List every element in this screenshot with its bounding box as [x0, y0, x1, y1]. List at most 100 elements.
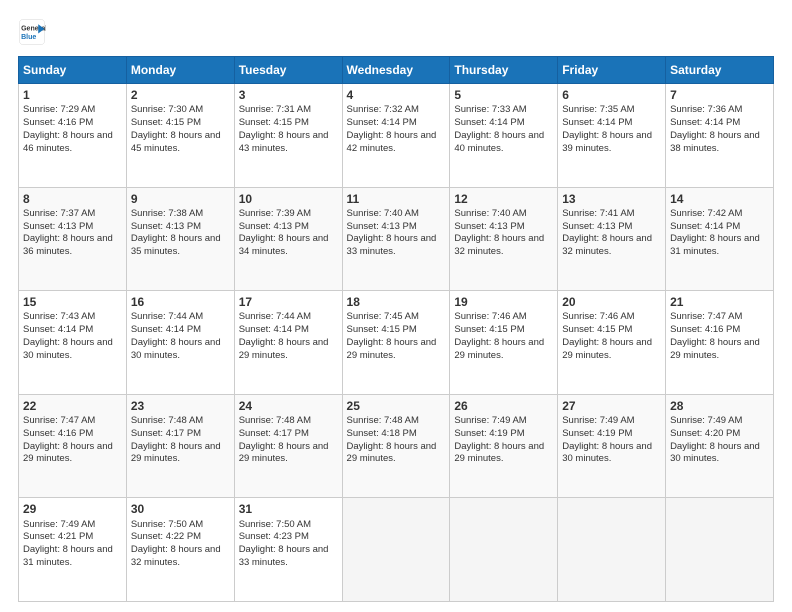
daylight-text: Daylight: 8 hours and 33 minutes.	[347, 233, 437, 257]
day-number: 28	[670, 398, 769, 414]
day-number: 13	[562, 191, 661, 207]
week-row-4: 22Sunrise: 7:47 AM Sunset: 4:16 PM Dayligh…	[19, 394, 774, 498]
day-number: 20	[562, 294, 661, 310]
calendar-cell: 7Sunrise: 7:36 AMSunset: 4:14 PMDaylight…	[666, 84, 774, 188]
day-number: 2	[131, 87, 230, 103]
daylight-text: Daylight: 8 hours and 30 minutes.	[23, 337, 113, 361]
calendar-cell	[342, 498, 450, 602]
calendar-cell: 24Sunrise: 7:48 AMSunset: 4:17 PMDayligh…	[234, 394, 342, 498]
week-row-3: 15Sunrise: 7:43 AMSunset: 4:14 PMDayligh…	[19, 291, 774, 395]
sunset-text: Sunset: 4:16 PM	[23, 117, 93, 128]
sunset-text: Sunset: 4:15 PM	[454, 324, 524, 335]
week-row-5: 29 Sunrise: 7:49 AMSunset: 4:21 PM Dayligh…	[19, 498, 774, 602]
day-number: 4	[347, 87, 446, 103]
day-number: 22	[23, 398, 122, 414]
calendar-cell: 13Sunrise: 7:41 AM Sunset: 4:13 PMDayligh…	[558, 187, 666, 291]
day-number: 14	[670, 191, 769, 207]
calendar-cell: 10Sunrise: 7:39 AMSunset: 4:13 PMDayligh…	[234, 187, 342, 291]
sunrise-text: Sunrise: 7:31 AM	[239, 104, 311, 115]
daylight-text: Daylight: 8 hours and 34 minutes.	[239, 233, 329, 257]
sunset-text: Sunset: 4:21 PM	[23, 531, 93, 542]
calendar-cell: 8Sunrise: 7:37 AMSunset: 4:13 PMDaylight…	[19, 187, 127, 291]
daylight-text: Daylight: 8 hours and 29 minutes.	[23, 441, 113, 465]
day-number: 24	[239, 398, 338, 414]
calendar-cell: 20Sunrise: 7:46 AMSunset: 4:15 PMDayligh…	[558, 291, 666, 395]
daylight-text: Daylight: 8 hours and 45 minutes.	[131, 130, 221, 154]
calendar-cell: 4Sunrise: 7:32 AMSunset: 4:14 PMDaylight…	[342, 84, 450, 188]
calendar-cell: 2Sunrise: 7:30 AMSunset: 4:15 PMDaylight…	[126, 84, 234, 188]
sunrise-text: Sunrise: 7:47 AM	[23, 415, 95, 426]
sunset-text: Sunset: 4:19 PM	[454, 428, 524, 439]
sunset-text: Sunset: 4:13 PM	[23, 221, 93, 232]
daylight-text: Daylight: 8 hours and 39 minutes.	[562, 130, 652, 154]
sunset-text: Sunset: 4:14 PM	[23, 324, 93, 335]
day-number: 15	[23, 294, 122, 310]
day-header-tuesday: Tuesday	[234, 57, 342, 84]
day-number: 10	[239, 191, 338, 207]
daylight-text: Daylight: 8 hours and 35 minutes.	[131, 233, 221, 257]
daylight-text: Daylight: 8 hours and 40 minutes.	[454, 130, 544, 154]
sunrise-text: Sunrise: 7:32 AM	[347, 104, 419, 115]
daylight-text: Daylight: 8 hours and 29 minutes.	[131, 441, 221, 465]
calendar-cell: 12Sunrise: 7:40 AM Sunset: 4:13 PMDayligh…	[450, 187, 558, 291]
day-number: 11	[347, 191, 446, 207]
daylight-text: Daylight: 8 hours and 32 minutes.	[131, 544, 221, 568]
calendar-cell: 14Sunrise: 7:42 AMSunset: 4:14 PMDayligh…	[666, 187, 774, 291]
sunset-text: Sunset: 4:15 PM	[347, 324, 417, 335]
sunset-text: Sunset: 4:23 PM	[239, 531, 309, 542]
day-number: 30	[131, 501, 230, 517]
daylight-text: Daylight: 8 hours and 29 minutes.	[454, 337, 544, 361]
calendar-cell: 29Sunrise: 7:49 AMSunset: 4:21 PMDayligh…	[19, 498, 127, 602]
day-header-wednesday: Wednesday	[342, 57, 450, 84]
sunset-text: Sunset: 4:14 PM	[562, 117, 632, 128]
sunset-text: Sunset: 4:17 PM	[239, 428, 309, 439]
sunrise-text: Sunrise: 7:29 AM	[23, 104, 95, 115]
daylight-text: Daylight: 8 hours and 29 minutes.	[239, 337, 329, 361]
sunrise-text: Sunrise: 7:46 AM	[562, 311, 634, 322]
sunrise-text: Sunrise: 7:35 AM	[562, 104, 634, 115]
sunrise-text: Sunrise: 7:49 AM	[23, 519, 95, 530]
day-number: 29	[23, 501, 122, 517]
sunset-text: Sunset: 4:14 PM	[670, 221, 740, 232]
sunset-text: Sunset: 4:14 PM	[454, 117, 524, 128]
day-number: 26	[454, 398, 553, 414]
daylight-text: Daylight: 8 hours and 30 minutes.	[562, 441, 652, 465]
calendar-table: SundayMondayTuesdayWednesdayThursdayFrid…	[18, 56, 774, 602]
daylight-text: Daylight: 8 hours and 38 minutes.	[670, 130, 760, 154]
calendar-cell: 16Sunrise: 7:44 AMSunset: 4:14 PMDayligh…	[126, 291, 234, 395]
sunrise-text: Sunrise: 7:49 AM	[670, 415, 742, 426]
sunrise-text: Sunrise: 7:36 AM	[670, 104, 742, 115]
sunset-text: Sunset: 4:16 PM	[23, 428, 93, 439]
sunset-text: Sunset: 4:15 PM	[562, 324, 632, 335]
sunset-text: Sunset: 4:14 PM	[347, 117, 417, 128]
daylight-text: Daylight: 8 hours and 43 minutes.	[239, 130, 329, 154]
sunset-text: Sunset: 4:13 PM	[562, 221, 632, 232]
day-number: 1	[23, 87, 122, 103]
sunrise-text: Sunrise: 7:48 AM	[239, 415, 311, 426]
daylight-text: Daylight: 8 hours and 32 minutes.	[454, 233, 544, 257]
sunset-text: Sunset: 4:14 PM	[131, 324, 201, 335]
week-row-1: 1Sunrise: 7:29 AM Sunset: 4:16 PM Daylight…	[19, 84, 774, 188]
day-number: 9	[131, 191, 230, 207]
sunset-text: Sunset: 4:13 PM	[131, 221, 201, 232]
calendar-cell: 3Sunrise: 7:31 AMSunset: 4:15 PMDaylight…	[234, 84, 342, 188]
day-number: 19	[454, 294, 553, 310]
sunrise-text: Sunrise: 7:49 AM	[562, 415, 634, 426]
sunrise-text: Sunrise: 7:50 AM	[239, 519, 311, 530]
daylight-text: Daylight: 8 hours and 32 minutes.	[562, 233, 652, 257]
daylight-text: Daylight: 8 hours and 31 minutes.	[670, 233, 760, 257]
day-number: 25	[347, 398, 446, 414]
day-number: 12	[454, 191, 553, 207]
sunset-text: Sunset: 4:15 PM	[239, 117, 309, 128]
sunset-text: Sunset: 4:14 PM	[670, 117, 740, 128]
calendar-cell	[450, 498, 558, 602]
calendar-cell: 6Sunrise: 7:35 AMSunset: 4:14 PMDaylight…	[558, 84, 666, 188]
sunrise-text: Sunrise: 7:44 AM	[239, 311, 311, 322]
sunrise-text: Sunrise: 7:41 AM	[562, 208, 634, 219]
day-header-saturday: Saturday	[666, 57, 774, 84]
sunrise-text: Sunrise: 7:40 AM	[454, 208, 526, 219]
calendar-cell: 5Sunrise: 7:33 AMSunset: 4:14 PMDaylight…	[450, 84, 558, 188]
calendar-cell	[666, 498, 774, 602]
sunset-text: Sunset: 4:13 PM	[454, 221, 524, 232]
sunrise-text: Sunrise: 7:49 AM	[454, 415, 526, 426]
